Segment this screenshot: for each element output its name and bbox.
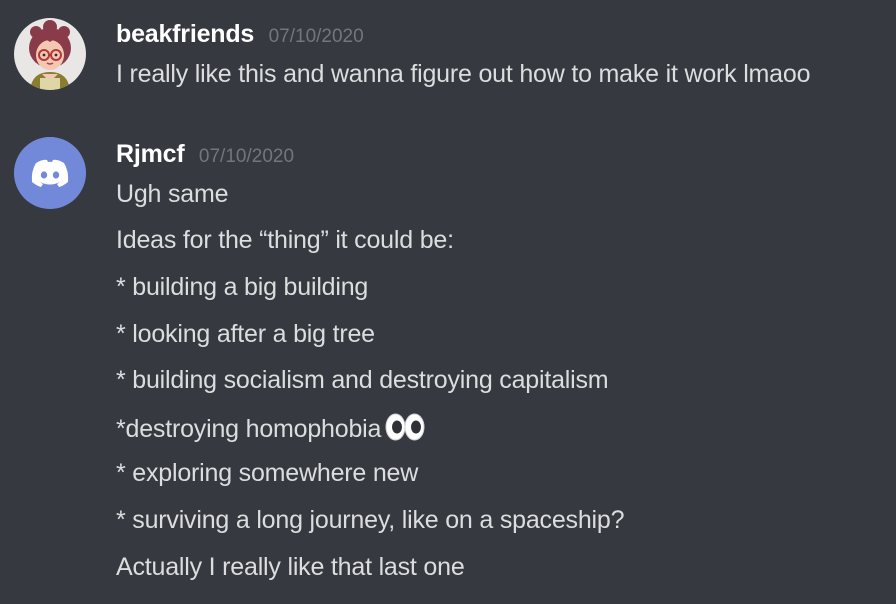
message-group-beakfriends: beakfriends 07/10/2020 I really like thi… — [0, 0, 896, 110]
message-group-rjmcf: Rjmcf 07/10/2020 Ugh same Ideas for the … — [0, 110, 896, 604]
message-text: * exploring somewhere new — [116, 459, 419, 487]
message-text: * building a big building — [116, 273, 369, 301]
message-text: * looking after a big tree — [116, 320, 375, 348]
cartoon-girl-avatar-icon — [14, 18, 86, 90]
message-text: *destroying homophobia — [116, 415, 382, 443]
message-header: Rjmcf 07/10/2020 — [116, 140, 294, 169]
username[interactable]: Rjmcf — [116, 140, 185, 168]
avatar-beakfriends[interactable] — [14, 18, 86, 90]
timestamp[interactable]: 07/10/2020 — [199, 146, 294, 167]
discord-logo-icon — [14, 137, 86, 209]
message-text: I really like this and wanna figure out … — [116, 60, 811, 88]
avatar-rjmcf[interactable] — [14, 137, 86, 209]
message-text-with-emoji: *destroying homophobia — [116, 413, 425, 448]
message-text: * surviving a long journey, like on a sp… — [116, 506, 625, 534]
message-text: Ugh same — [116, 180, 229, 208]
message-text: * building socialism and destroying capi… — [116, 366, 609, 394]
message-text: Ideas for the “thing” it could be: — [116, 226, 454, 254]
eyes-emoji-icon[interactable] — [385, 413, 425, 448]
message-header: beakfriends 07/10/2020 — [116, 20, 364, 49]
message-text: Actually I really like that last one — [116, 553, 465, 581]
timestamp[interactable]: 07/10/2020 — [269, 26, 364, 47]
username[interactable]: beakfriends — [116, 20, 254, 48]
